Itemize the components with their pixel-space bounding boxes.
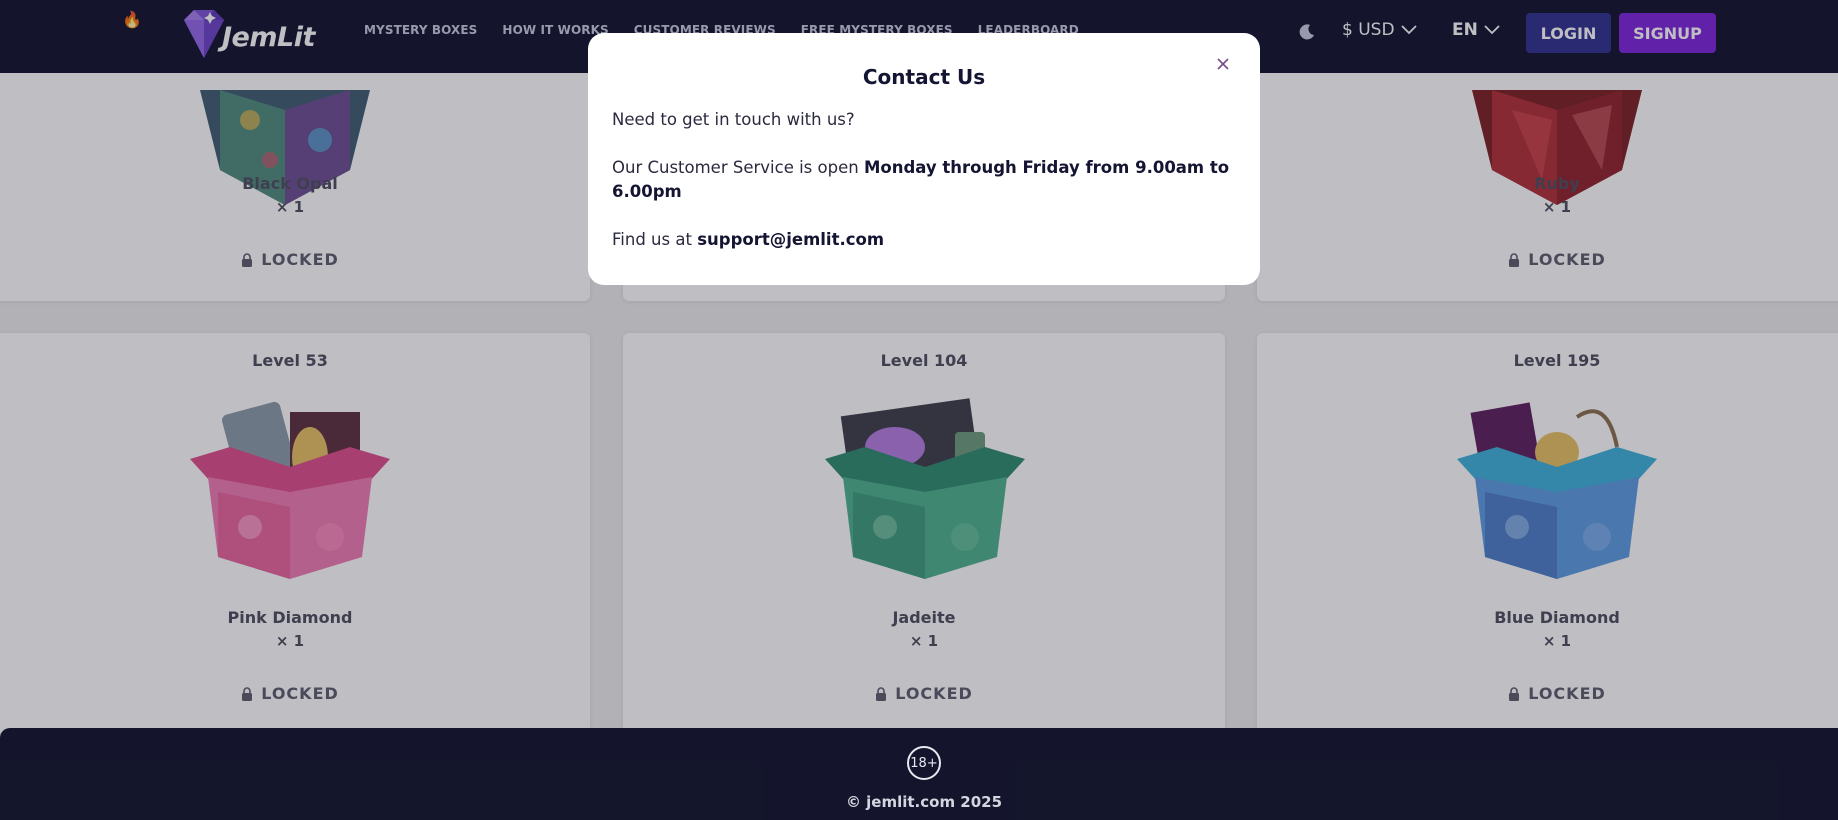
modal-intro: Need to get in touch with us? bbox=[612, 110, 855, 129]
support-email-link[interactable]: support@jemlit.com bbox=[697, 230, 884, 249]
copyright-text: © jemlit.com 2025 bbox=[845, 793, 1003, 811]
hours-prefix: Our Customer Service is open bbox=[612, 158, 864, 177]
find-prefix: Find us at bbox=[612, 230, 698, 249]
contact-us-modal: Contact Us Need to get in touch with us?… bbox=[588, 33, 1260, 285]
modal-find: Find us at support@jemlit.com bbox=[612, 228, 1236, 252]
modal-title: Contact Us bbox=[862, 65, 986, 89]
modal-hours: Our Customer Service is open Monday thro… bbox=[612, 156, 1236, 204]
close-icon[interactable] bbox=[1216, 57, 1230, 71]
age-restriction-badge: 18+ bbox=[907, 746, 941, 780]
